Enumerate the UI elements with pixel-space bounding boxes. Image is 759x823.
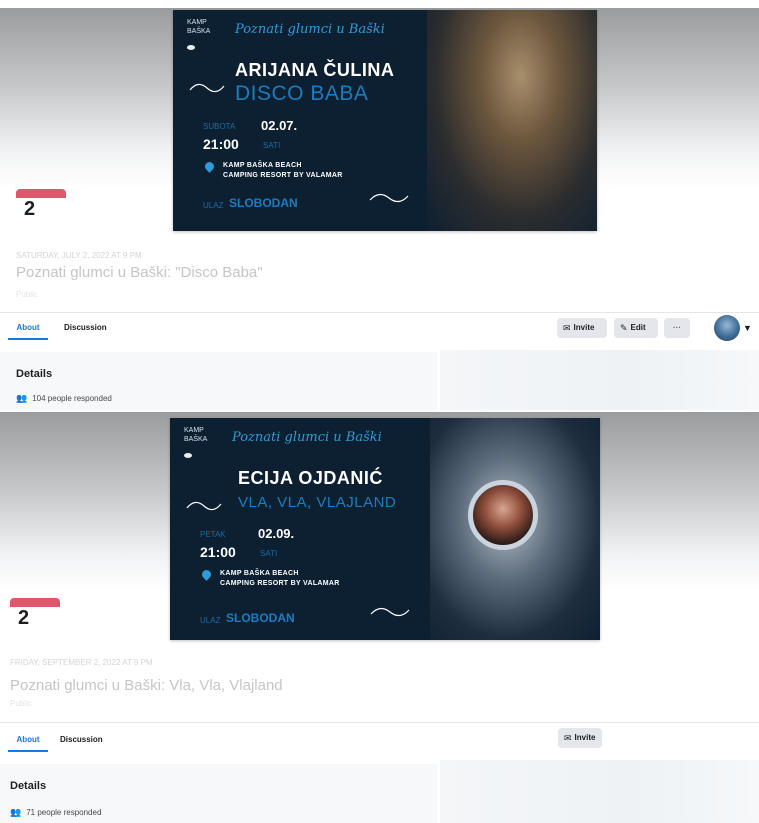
divider [0, 722, 759, 723]
location-pin-icon [200, 568, 213, 581]
banner-subheadline: DISCO BABA [235, 82, 369, 105]
edit-button[interactable]: ✎ Edit [614, 318, 658, 338]
banner-entry: SLOBODAN [226, 611, 295, 625]
invite-label: Invite [573, 323, 595, 332]
banner-time: 21:00 [200, 544, 236, 560]
responded-text: 104 people responded [32, 394, 112, 403]
event-title: Poznati glumci u Baški: Vla, Vla, Vlajla… [10, 677, 283, 694]
banner-time: 21:00 [203, 136, 239, 152]
event-card-2: KAMP BAŠKA Poznati glumci u Baški ECIJA … [0, 412, 759, 823]
banner-logo: KAMP BAŠKA [184, 426, 224, 461]
event-cover-photo[interactable]: KAMP BAŠKA Poznati glumci u Baški ARIJAN… [173, 10, 597, 231]
performer-photo [427, 10, 597, 231]
banner-headline: ECIJA OJDANIĆ [238, 468, 383, 488]
invite-button[interactable]: ✉ Invite [558, 728, 602, 748]
banner-time-label: SATI [263, 141, 281, 150]
divider [0, 312, 759, 313]
tab-about[interactable]: About [8, 735, 48, 752]
event-cover-photo[interactable]: KAMP BAŠKA Poznati glumci u Baški ECIJA … [170, 418, 600, 640]
more-button[interactable]: ··· [664, 318, 690, 338]
banner-entry-label: ULAZ [200, 616, 221, 625]
people-icon: 👥 [16, 393, 28, 403]
banner-date-label: PETAK [200, 530, 226, 539]
invite-label: Invite [574, 733, 596, 742]
more-icon: ··· [673, 323, 681, 332]
banner-location-line2: CAMPING RESORT BY VALAMAR [223, 172, 343, 179]
people-icon: 👥 [10, 807, 22, 817]
invite-icon: ✉ [563, 323, 571, 333]
banner-logo: KAMP BAŠKA [187, 18, 227, 53]
invite-button[interactable]: ✉ Invite [557, 318, 607, 338]
responded-text: 71 people responded [26, 808, 102, 817]
banner-location-line1: KAMP BAŠKA BEACH [220, 570, 299, 577]
portal-frame [468, 480, 538, 550]
tab-about[interactable]: About [8, 323, 48, 340]
date-badge-day: 2 [18, 607, 30, 629]
date-badge: 2 [16, 189, 66, 220]
banner-date: 02.07. [261, 118, 298, 133]
banner-logo-text: KAMP BAŠKA [187, 19, 211, 35]
responded-count: 👥 71 people responded [10, 807, 101, 818]
banner-date: 02.09. [258, 526, 295, 541]
details-title: Details [16, 368, 53, 380]
location-pin-icon [203, 160, 216, 173]
tab-discussion[interactable]: Discussion [60, 735, 103, 750]
wave-decoration [186, 501, 222, 511]
banner-logo-text: KAMP BAŠKA [184, 427, 208, 443]
event-privacy: Public [16, 290, 38, 299]
details-title: Details [10, 780, 47, 792]
banner-script-title: Poznati glumci u Baški [235, 22, 385, 37]
wave-decoration [370, 607, 410, 617]
invite-icon: ✉ [564, 733, 572, 743]
banner-location-line2: CAMPING RESORT BY VALAMAR [220, 580, 340, 587]
banner-headline: ARIJANA ČULINA [235, 60, 395, 80]
side-panel [440, 760, 759, 823]
event-title: Poznati glumci u Baški: "Disco Baba" [16, 264, 263, 281]
caret-down-icon[interactable]: ▼ [743, 323, 752, 333]
banner-script-title: Poznati glumci u Baški [232, 430, 382, 445]
date-badge: 2 [10, 598, 60, 629]
event-privacy: Public [10, 699, 32, 708]
banner-subheadline: VLA, VLA, VLAJLAND [238, 494, 397, 511]
banner-date-label: SUBOTA [203, 122, 236, 131]
performer-photo [430, 418, 600, 640]
event-card-1: KAMP BAŠKA Poznati glumci u Baški ARIJAN… [0, 0, 759, 410]
event-date: SATURDAY, JULY 2, 2022 AT 9 PM [16, 251, 142, 260]
banner-entry: SLOBODAN [229, 196, 298, 210]
wave-decoration [189, 83, 225, 93]
banner-time-label: SATI [260, 549, 278, 558]
side-panel [440, 350, 759, 410]
event-date: FRIDAY, SEPTEMBER 2, 2022 AT 9 PM [10, 658, 153, 667]
tab-discussion[interactable]: Discussion [64, 323, 107, 338]
banner-location-line1: KAMP BAŠKA BEACH [223, 162, 302, 169]
edit-label: Edit [630, 323, 646, 332]
banner-entry-label: ULAZ [203, 201, 224, 210]
responded-count: 👥 104 people responded [16, 393, 112, 404]
pencil-icon: ✎ [620, 323, 628, 333]
avatar[interactable] [714, 315, 740, 341]
wave-decoration [369, 193, 409, 203]
date-badge-day: 2 [24, 198, 36, 220]
